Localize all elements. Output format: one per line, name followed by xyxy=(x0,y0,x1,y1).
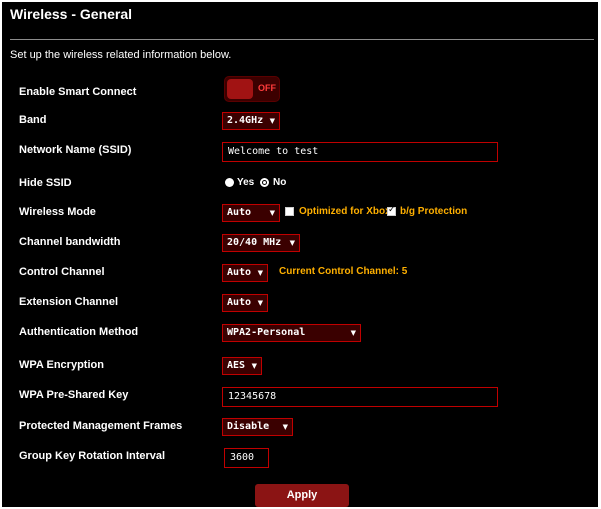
wireless-mode-label: Wireless Mode xyxy=(19,206,96,218)
band-value: 2.4GHz xyxy=(227,115,264,126)
row-gkri: Group Key Rotation Interval 3600 xyxy=(2,448,598,468)
wireless-mode-select[interactable]: Auto ▼ xyxy=(222,204,280,222)
wireless-general-panel: Wireless - General Set up the wireless r… xyxy=(2,2,598,507)
control-channel-select[interactable]: Auto ▼ xyxy=(222,264,268,282)
gkri-input[interactable]: 3600 xyxy=(224,448,269,468)
current-control-channel: Current Control Channel: 5 xyxy=(279,266,408,277)
row-pmf: Protected Management Frames Disable ▼ xyxy=(2,418,598,438)
channel-bandwidth-label: Channel bandwidth xyxy=(19,236,121,248)
bg-protection-label: b/g Protection xyxy=(400,206,468,217)
ssid-input[interactable]: Welcome to test xyxy=(222,142,498,162)
toggle-knob xyxy=(227,79,253,99)
auth-method-select[interactable]: WPA2-Personal ▼ xyxy=(222,324,361,342)
row-control-channel: Control Channel Auto ▼ Current Control C… xyxy=(2,264,598,284)
extension-channel-value: Auto xyxy=(227,297,252,308)
page-description: Set up the wireless related information … xyxy=(10,49,232,61)
auth-method-value: WPA2-Personal xyxy=(227,327,306,338)
hide-ssid-label: Hide SSID xyxy=(19,177,72,189)
row-band: Band 2.4GHz ▼ xyxy=(2,112,598,132)
gkri-label: Group Key Rotation Interval xyxy=(19,450,166,462)
extension-channel-select[interactable]: Auto ▼ xyxy=(222,294,268,312)
chevron-down-icon: ▼ xyxy=(257,269,263,277)
xbox-label: Optimized for Xbox xyxy=(299,206,391,217)
pmf-value: Disable xyxy=(227,421,270,432)
chevron-down-icon: ▼ xyxy=(269,117,275,125)
page-title: Wireless - General xyxy=(10,6,133,22)
control-channel-value: Auto xyxy=(227,267,252,278)
hide-ssid-yes-radio[interactable] xyxy=(225,178,234,187)
auth-method-label: Authentication Method xyxy=(19,326,139,338)
chevron-down-icon: ▼ xyxy=(282,423,288,431)
hide-ssid-yes-label: Yes xyxy=(237,177,255,188)
wpa-encryption-label: WPA Encryption xyxy=(19,359,104,371)
row-wpa-encryption: WPA Encryption AES ▼ xyxy=(2,357,598,377)
wpa-encryption-value: AES xyxy=(227,360,246,371)
row-hide-ssid: Hide SSID Yes No xyxy=(2,175,598,195)
channel-bandwidth-value: 20/40 MHz xyxy=(227,237,282,248)
band-label: Band xyxy=(19,114,47,126)
xbox-checkbox[interactable] xyxy=(285,207,294,216)
row-psk: WPA Pre-Shared Key 12345678 xyxy=(2,387,598,407)
band-select[interactable]: 2.4GHz ▼ xyxy=(222,112,280,130)
channel-bandwidth-select[interactable]: 20/40 MHz ▼ xyxy=(222,234,300,252)
wpa-encryption-select[interactable]: AES ▼ xyxy=(222,357,262,375)
chevron-down-icon: ▼ xyxy=(257,299,263,307)
row-ssid: Network Name (SSID) Welcome to test xyxy=(2,142,598,162)
extension-channel-label: Extension Channel xyxy=(19,296,119,308)
smart-connect-toggle[interactable]: OFF xyxy=(224,76,280,102)
pmf-label: Protected Management Frames xyxy=(19,420,183,432)
row-auth-method: Authentication Method WPA2-Personal ▼ xyxy=(2,324,598,344)
chevron-down-icon: ▼ xyxy=(289,239,295,247)
title-divider xyxy=(10,39,594,40)
row-channel-bandwidth: Channel bandwidth 20/40 MHz ▼ xyxy=(2,234,598,254)
ssid-label: Network Name (SSID) xyxy=(19,144,132,156)
pmf-select[interactable]: Disable ▼ xyxy=(222,418,293,436)
chevron-down-icon: ▼ xyxy=(251,362,257,370)
chevron-down-icon: ▼ xyxy=(350,329,356,337)
control-channel-label: Control Channel xyxy=(19,266,105,278)
row-extension-channel: Extension Channel Auto ▼ xyxy=(2,294,598,314)
psk-label: WPA Pre-Shared Key xyxy=(19,389,129,401)
apply-button[interactable]: Apply xyxy=(255,484,349,507)
bg-protection-checkbox[interactable] xyxy=(387,205,396,216)
psk-input[interactable]: 12345678 xyxy=(222,387,498,407)
hide-ssid-no-label: No xyxy=(273,177,287,188)
hide-ssid-no-radio[interactable] xyxy=(260,178,269,187)
chevron-down-icon: ▼ xyxy=(269,209,275,217)
wireless-mode-value: Auto xyxy=(227,207,252,218)
row-smart-connect: Enable Smart Connect OFF xyxy=(2,76,598,104)
row-wireless-mode: Wireless Mode Auto ▼ Optimized for Xbox … xyxy=(2,204,598,224)
toggle-state-text: OFF xyxy=(258,83,276,93)
smart-connect-label: Enable Smart Connect xyxy=(19,86,137,98)
